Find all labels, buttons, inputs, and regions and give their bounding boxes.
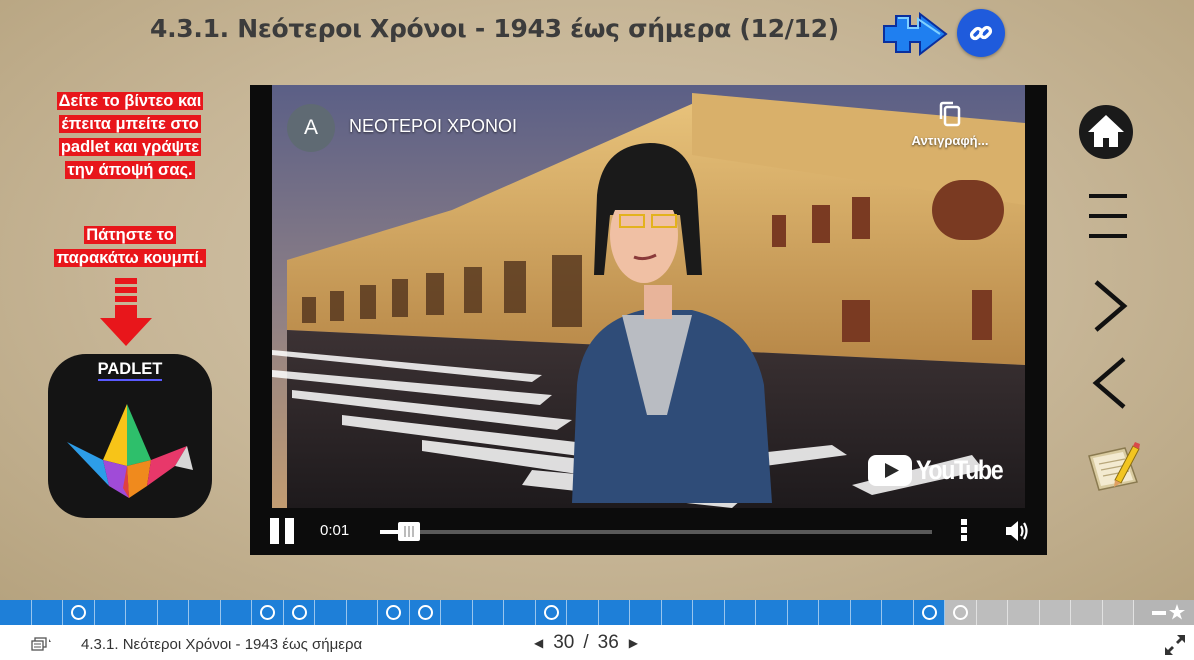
volume-icon[interactable] [1004,519,1030,543]
video-title[interactable]: ΝΕΟΤΕΡΟΙ ΧΡΟΝΟΙ [349,116,517,137]
notes-icon[interactable] [1085,440,1141,494]
progress-segment[interactable] [1102,600,1134,625]
progress-segment[interactable] [504,600,536,625]
arrow-down-icon [100,278,152,346]
previous-slide-icon[interactable] [1092,355,1128,411]
padlet-button[interactable]: PADLET [48,354,212,518]
home-icon[interactable] [1077,104,1135,160]
progress-segment[interactable] [630,600,662,625]
footer-slide-title[interactable]: 4.3.1. Νεότεροι Χρόνοι - 1943 έως σήμερα [81,636,362,653]
progress-segment[interactable] [724,600,756,625]
arrow-right-icon [883,12,948,56]
bookmark-star-icon[interactable] [1148,600,1188,625]
copy-link-button[interactable]: Αντιγραφή... [895,101,1005,159]
progress-segment[interactable] [567,600,599,625]
progress-segment[interactable] [346,600,378,625]
copy-icon [939,101,961,127]
progress-segment[interactable] [598,600,630,625]
padlet-label: PADLET [48,360,212,381]
progress-segment[interactable] [472,600,504,625]
progress-marker[interactable] [291,605,307,620]
progress-marker[interactable] [921,605,937,620]
slide-canvas: 4.3.1. Νεότεροι Χρόνοι - 1943 έως σήμερα… [0,0,1194,600]
video-controls: 0:01 [250,508,1047,555]
table-of-contents-icon[interactable] [31,637,53,653]
page-separator: / [583,632,589,653]
progress-segment[interactable] [441,600,473,625]
press-button-text: Πάτηστε το παρακάτω κουμπί. [54,226,206,267]
progress-segment[interactable] [976,600,1008,625]
progress-segment[interactable] [315,600,347,625]
pause-button[interactable] [270,518,296,544]
youtube-wordmark: YouTube [916,455,1004,485]
progress-marker[interactable] [417,605,433,620]
instructions-text: Δείτε το βίντεο και έπειτα μπείτε στο pa… [56,92,204,179]
progress-segment[interactable] [661,600,693,625]
progress-marker[interactable] [543,605,559,620]
progress-segment[interactable] [819,600,851,625]
total-pages: 36 [597,632,619,653]
slide-title: 4.3.1. Νεότεροι Χρόνοι - 1943 έως σήμερα… [150,14,839,43]
youtube-logo[interactable]: YouTube [868,455,1016,486]
pager: ◀ 30 / 36 ▶ [534,632,638,654]
progress-end [1134,600,1194,625]
progress-segment[interactable] [1071,600,1103,625]
seek-bar[interactable] [380,522,932,541]
progress-segment[interactable] [94,600,126,625]
previous-page-icon[interactable]: ◀ [534,636,543,650]
current-page[interactable]: 30 [553,632,574,654]
progress-segment[interactable] [850,600,882,625]
menu-icon[interactable] [1087,192,1129,242]
footer-bar: 4.3.1. Νεότεροι Χρόνοι - 1943 έως σήμερα… [0,625,1194,660]
fullscreen-icon[interactable] [1163,633,1187,657]
next-page-icon[interactable]: ▶ [629,636,638,650]
more-options-button[interactable] [958,519,970,545]
progress-segment[interactable] [189,600,221,625]
link-icon [969,25,993,41]
current-time: 0:01 [320,522,350,539]
seek-thumb[interactable] [398,522,420,541]
youtube-play-icon [868,455,912,486]
progress-segment[interactable] [882,600,914,625]
progress-segment[interactable] [31,600,63,625]
progress-segment[interactable] [756,600,788,625]
slide-progress-bar[interactable] [0,600,1194,625]
copy-label: Αντιγραφή... [911,133,989,148]
next-slide-icon[interactable] [1092,278,1128,334]
progress-segment[interactable] [126,600,158,625]
progress-segment[interactable] [0,600,32,625]
progress-segment[interactable] [1039,600,1071,625]
video-player[interactable]: A ΝΕΟΤΕΡΟΙ ΧΡΟΝΟΙ Αντιγραφή... YouTube 0… [250,85,1047,555]
link-button[interactable] [957,9,1005,57]
padlet-logo-icon [67,404,193,498]
progress-segment[interactable] [1008,600,1040,625]
progress-segment[interactable] [787,600,819,625]
channel-avatar[interactable]: A [287,104,335,152]
progress-segment[interactable] [157,600,189,625]
progress-segment[interactable] [220,600,252,625]
seek-bar-played [380,530,400,534]
progress-segment[interactable] [693,600,725,625]
